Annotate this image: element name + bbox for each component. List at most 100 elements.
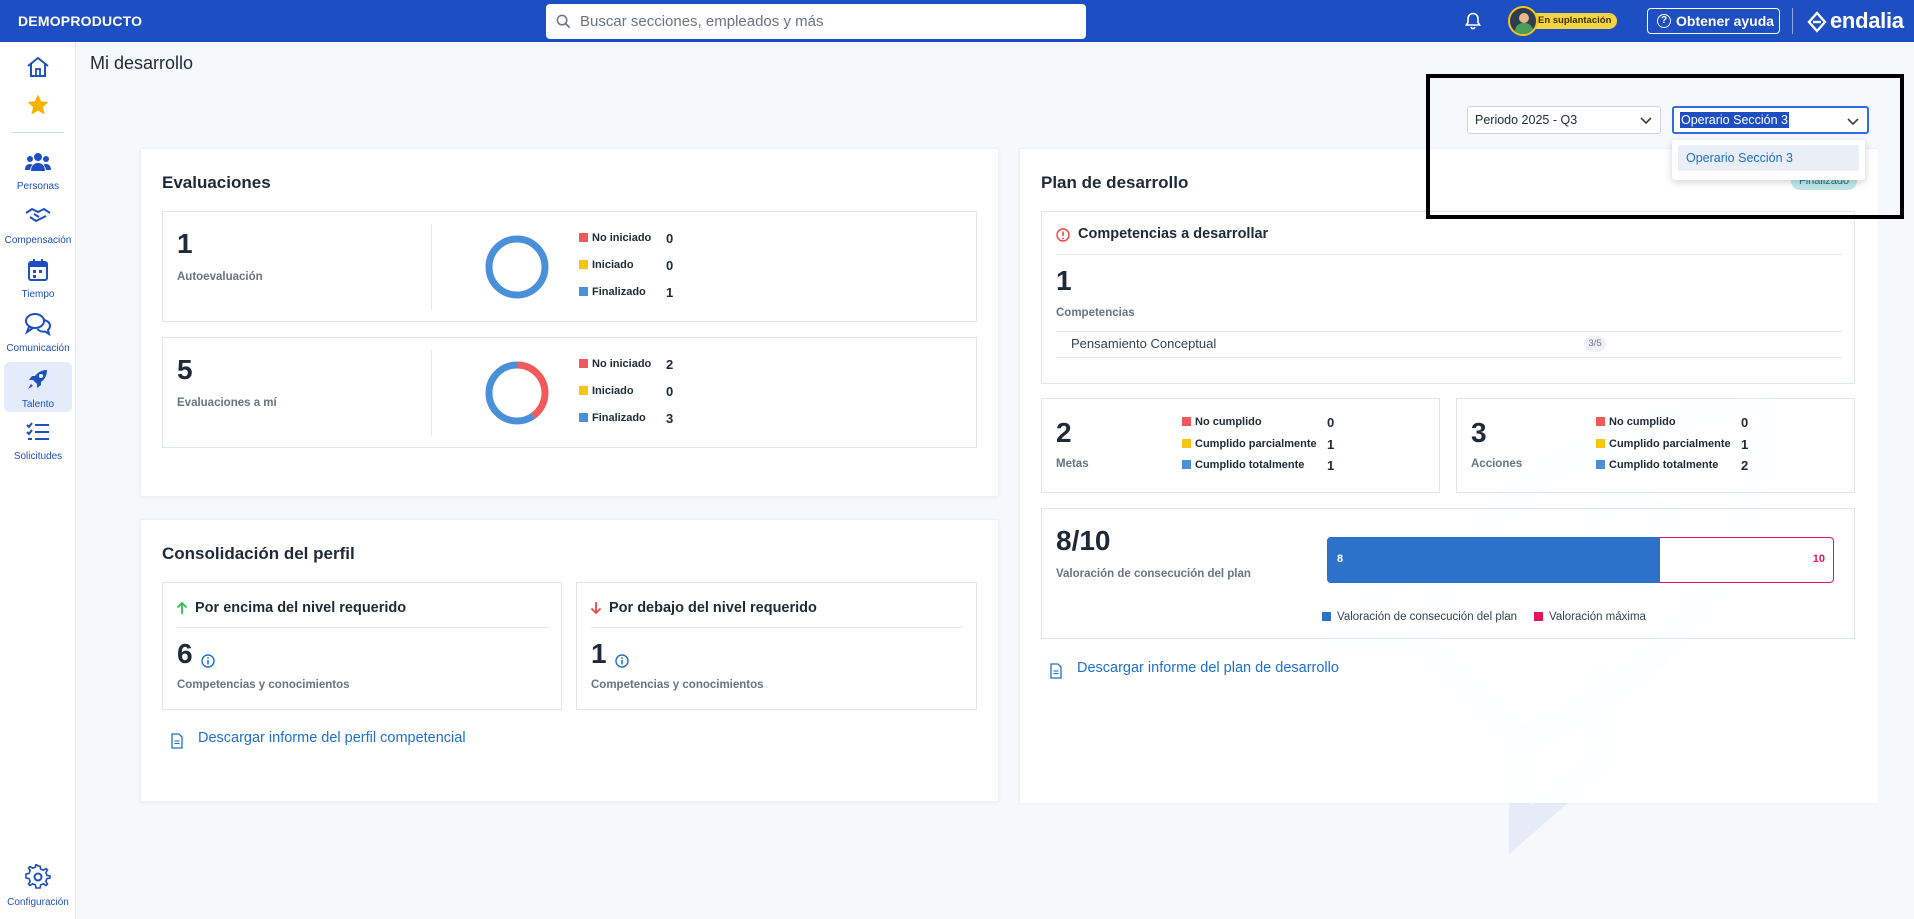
legend-no-iniciado: No iniciado [579,358,651,370]
acciones-count: 3 [1471,417,1487,448]
search-box[interactable] [546,4,1086,39]
period-select[interactable]: Periodo 2025 - Q3 [1467,106,1661,134]
divider [1056,357,1842,358]
sidebar-item-talento[interactable]: Talento [4,362,72,412]
no-cumplido-value: 0 [1327,415,1335,430]
valoracion-score: 8/10 [1056,525,1111,556]
consolidacion-title: Consolidación del perfil [162,544,355,563]
legend-swatch [1534,612,1543,621]
iniciado-value: 0 [666,258,674,273]
cumplido-totalmente-value: 2 [1741,458,1749,473]
plan-card: Plan de desarrollo Competencias a desarr… [1019,148,1878,803]
help-button-label: Obtener ayuda [1676,13,1775,29]
legend-label: Cumplido parcialmente [1195,438,1317,450]
legend-swatch [579,413,588,422]
star-icon [27,94,49,115]
legend-label: No iniciado [592,232,652,244]
sidebar-item-compensacion[interactable]: Compensación [4,204,72,250]
info-icon[interactable] [615,654,629,668]
acciones-box[interactable]: 3 Acciones No cumplido 0 Cumplido parcia… [1456,398,1855,493]
divider [177,627,549,628]
sidebar-item-tiempo[interactable]: Tiempo [4,258,72,304]
legend-valoracion-maxima: Valoración máxima [1534,611,1646,623]
download-plan-link[interactable]: Descargar informe del plan de desarrollo [1077,660,1339,676]
bell-icon[interactable] [1463,11,1483,36]
sidebar: Personas Compensación Tiempo Comunicació… [0,42,76,919]
legend-no-iniciado: No iniciado [579,232,651,244]
endalia-mark-icon [1807,11,1827,33]
alert-icon [1056,228,1070,242]
competencia-name[interactable]: Pensamiento Conceptual [1071,336,1216,351]
evaluaciones-a-mi-label: Evaluaciones a mí [177,397,277,409]
evaluaciones-a-mi-box[interactable]: 5 Evaluaciones a mí No iniciado 2 Inicia… [162,337,977,448]
autoevaluacion-box[interactable]: 1 Autoevaluación No iniciado 0 Iniciado … [162,211,977,322]
divider [1056,331,1842,332]
consolidacion-card: Consolidación del perfil Por encima del … [140,519,999,802]
legend-label: Cumplido parcialmente [1609,438,1731,450]
rocket-icon [28,370,47,389]
divider [591,627,963,628]
legend-finalizado: Finalizado [579,412,646,424]
legend-label: No iniciado [592,358,652,370]
legend-label: Iniciado [592,385,634,397]
competencias-heading: Competencias a desarrollar [1078,226,1269,242]
arrow-down-icon [590,602,602,615]
competencia-score: 3/5 [1584,336,1606,352]
sidebar-item-label: Configuración [7,897,69,908]
no-cumplido-value: 0 [1741,415,1749,430]
below-level-heading: Por debajo del nivel requerido [609,600,817,616]
finalizado-value: 3 [666,411,674,426]
legend-swatch [579,287,588,296]
legend-swatch [1596,417,1605,426]
legend-valoracion: Valoración de consecución del plan [1322,611,1517,623]
sidebar-item-favorites[interactable] [4,92,72,122]
avatar[interactable] [1508,6,1538,36]
sidebar-item-configuracion[interactable]: Configuración [4,862,72,910]
handshake-icon [25,207,51,223]
above-level-box[interactable]: Por encima del nivel requerido 6 Compete… [162,582,562,710]
legend-swatch [1182,417,1191,426]
metas-count: 2 [1056,417,1072,448]
position-select[interactable]: Operario Sección 3 [1672,106,1869,134]
search-icon [556,14,571,29]
legend-label: Valoración de consecución del plan [1337,611,1518,623]
legend-label: Cumplido totalmente [1195,459,1305,471]
below-level-label: Competencias y conocimientos [591,679,764,691]
company-name[interactable]: DEMOPRODUCTO [18,13,142,29]
valoracion-bar-chart: 8 10 [1327,537,1834,583]
legend-label: Valoración máxima [1549,611,1646,623]
chevron-down-icon [1640,117,1652,125]
valoracion-value-label: 8 [1337,553,1344,565]
metas-box[interactable]: 2 Metas No cumplido 0 Cumplido parcialme… [1041,398,1440,493]
above-level-label: Competencias y conocimientos [177,679,350,691]
competencias-count: 1 [1056,265,1072,296]
cumplido-totalmente-value: 1 [1327,458,1335,473]
help-button[interactable]: ? Obtener ayuda [1647,8,1780,34]
legend-swatch [579,260,588,269]
download-profile-link[interactable]: Descargar informe del perfil competencia… [198,730,466,746]
sidebar-item-personas[interactable]: Personas [4,150,72,196]
sidebar-item-solicitudes[interactable]: Solicitudes [4,420,72,466]
position-option[interactable]: Operario Sección 3 [1678,145,1859,171]
legend-finalizado: Finalizado [579,286,646,298]
sidebar-item-label: Talento [21,399,55,410]
arrow-up-icon [176,601,188,614]
page-title: Mi desarrollo [90,53,194,73]
autoevaluacion-count: 1 [177,228,193,259]
legend-label: Finalizado [592,286,646,298]
sidebar-item-label: Solicitudes [13,451,63,462]
valoracion-max-label: 10 [1812,553,1825,565]
position-dropdown-menu: Operario Sección 3 [1672,140,1865,180]
legend-label: No cumplido [1609,416,1676,428]
period-select-value: Periodo 2025 - Q3 [1475,113,1578,127]
autoevaluacion-donut [485,235,549,299]
question-icon: ? [1657,14,1671,28]
acciones-label: Acciones [1471,458,1523,470]
sidebar-item-comunicacion[interactable]: Comunicación [4,312,72,358]
legend-iniciado: Iniciado [579,259,634,271]
legend-cumplido-parcialmente: Cumplido parcialmente [1182,438,1317,450]
search-input[interactable] [580,4,1070,39]
below-level-box[interactable]: Por debajo del nivel requerido 1 Compete… [576,582,977,710]
sidebar-item-home[interactable] [4,54,72,84]
info-icon[interactable] [201,654,215,668]
